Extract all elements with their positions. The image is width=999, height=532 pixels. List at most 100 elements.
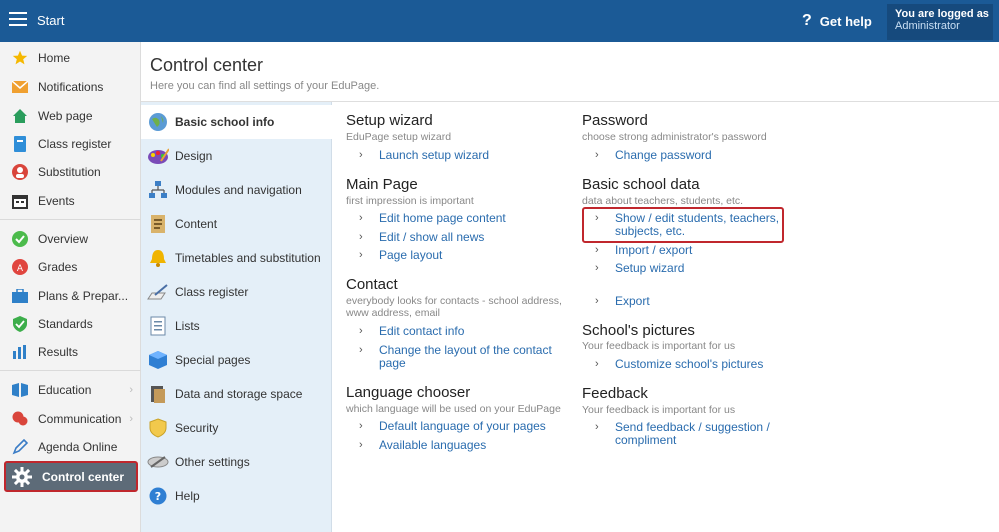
setup-wizard-desc: EduPage setup wizard	[346, 131, 452, 143]
category-basic-school-info[interactable]: Basic school info	[141, 105, 333, 139]
category-modules-navigation[interactable]: Modules and navigation	[141, 173, 332, 207]
send-feedback-link[interactable]: › Send feedback / suggestion / compliment	[595, 421, 770, 447]
sidebar-item-education[interactable]: Education ›	[0, 377, 141, 403]
content-icon	[147, 213, 169, 235]
chevron-right-icon: ›	[595, 295, 599, 307]
category-label: Basic school info	[175, 115, 275, 129]
globe-icon	[147, 111, 169, 133]
category-content[interactable]: Content	[141, 207, 332, 241]
sidebar-item-label: Events	[38, 194, 75, 208]
category-label: Lists	[175, 319, 200, 333]
default-language-link[interactable]: › Default language of your pages	[359, 420, 546, 433]
category-label: Special pages	[175, 353, 251, 367]
chevron-right-icon: ›	[595, 244, 599, 256]
available-languages-link[interactable]: › Available languages	[359, 439, 486, 452]
category-security[interactable]: Security	[141, 411, 332, 445]
category-help[interactable]: ? Help	[141, 479, 332, 513]
cube-icon	[147, 349, 169, 371]
grade-icon: A	[12, 259, 28, 275]
svg-text:?: ?	[155, 490, 161, 503]
feedback-title: Feedback	[582, 385, 648, 402]
change-password-link[interactable]: › Change password	[595, 149, 712, 162]
sidebar-item-communication[interactable]: Communication ›	[0, 406, 141, 432]
chevron-right-icon: ›	[595, 262, 599, 274]
palette-icon	[147, 145, 169, 167]
change-contact-layout-link[interactable]: › Change the layout of the contact page	[359, 344, 552, 370]
sidebar-item-events[interactable]: Events	[0, 188, 141, 214]
sidebar-item-standards[interactable]: Standards	[0, 311, 141, 337]
category-design[interactable]: Design	[141, 139, 332, 173]
edit-home-page-link[interactable]: › Edit home page content	[359, 212, 506, 225]
sidebar-item-notifications[interactable]: Notifications	[0, 74, 141, 100]
help-icon: ?	[147, 485, 169, 507]
sidebar-item-substitution[interactable]: Substitution	[0, 159, 141, 185]
sidebar-item-home[interactable]: Home	[0, 45, 141, 71]
chevron-right-icon: ›	[595, 212, 599, 224]
export-link[interactable]: › Export	[595, 295, 650, 308]
sidebar-item-overview[interactable]: Overview	[0, 226, 141, 252]
chevron-right-icon: ›	[129, 413, 133, 425]
page-layout-link[interactable]: › Page layout	[359, 249, 442, 262]
tools-icon	[147, 451, 169, 473]
sidebar-item-label: Class register	[38, 137, 112, 151]
sidebar-item-agenda[interactable]: Agenda Online	[0, 434, 141, 460]
show-edit-students-link[interactable]: › Show / edit students, teachers, subjects…	[595, 212, 779, 238]
sidebar-divider	[0, 219, 141, 220]
sidebar-item-label: Results	[38, 345, 79, 359]
bar-chart-icon	[12, 344, 28, 360]
hamburger-menu-icon[interactable]	[9, 12, 27, 26]
house-icon	[12, 108, 28, 124]
sitemap-icon	[147, 179, 169, 201]
page-title: Control center	[150, 55, 264, 75]
book-open-icon	[12, 382, 28, 398]
login-user: Administrator	[895, 20, 960, 32]
chevron-right-icon: ›	[129, 384, 133, 396]
category-other-settings[interactable]: Other settings	[141, 445, 332, 479]
edit-news-link[interactable]: › Edit / show all news	[359, 231, 484, 244]
contact-desc: everybody looks for contacts - school ad…	[346, 295, 562, 307]
category-special-pages[interactable]: Special pages	[141, 343, 332, 377]
gear-icon	[12, 466, 32, 487]
shield-check-icon	[12, 316, 28, 332]
category-timetables[interactable]: Timetables and substitution	[141, 241, 332, 275]
get-help-button[interactable]: ? Get help	[802, 12, 872, 30]
sidebar-item-results[interactable]: Results	[0, 339, 141, 365]
edit-contact-info-link[interactable]: › Edit contact info	[359, 325, 464, 338]
category-lists[interactable]: Lists	[141, 309, 332, 343]
chevron-right-icon: ›	[595, 358, 599, 370]
get-help-label: Get help	[819, 13, 872, 29]
sidebar-item-label: Overview	[38, 232, 89, 246]
login-label: You are logged as	[895, 8, 989, 20]
sidebar-item-control-center[interactable]: Control center	[4, 461, 138, 492]
chevron-right-icon: ›	[359, 212, 363, 224]
chevron-right-icon: ›	[595, 149, 599, 161]
category-list: Basic school info Design Modules and nav…	[141, 102, 333, 532]
login-info[interactable]: You are logged as Administrator	[887, 4, 993, 40]
writing-icon	[147, 281, 169, 303]
sidebar-item-label: Education	[38, 383, 92, 397]
sidebar-item-class-register[interactable]: Class register	[0, 131, 141, 157]
sidebar-divider	[0, 370, 141, 371]
category-label: Data and storage space	[175, 387, 303, 401]
sidebar-item-plans[interactable]: Plans & Prepar...	[0, 283, 141, 309]
category-label: Other settings	[175, 455, 250, 469]
star-icon	[12, 50, 28, 66]
language-chooser-desc: which language will be used on your EduP…	[346, 403, 561, 415]
sidebar-item-label: Communication	[38, 412, 122, 426]
basic-school-data-title: Basic school data	[582, 176, 700, 193]
sidebar-item-label: Control center	[42, 469, 125, 484]
sidebar-item-web-page[interactable]: Web page	[0, 103, 141, 129]
category-label: Security	[175, 421, 219, 435]
setup-wizard-link[interactable]: › Setup wizard	[595, 262, 684, 275]
launch-setup-wizard-link[interactable]: › Launch setup wizard	[359, 149, 489, 162]
contact-title: Contact	[346, 276, 398, 293]
envelope-icon	[12, 79, 28, 95]
category-class-register[interactable]: Class register	[141, 275, 332, 309]
check-circle-icon	[12, 231, 28, 247]
start-title[interactable]: Start	[37, 13, 64, 28]
customize-pictures-link[interactable]: › Customize school's pictures	[595, 358, 763, 371]
sidebar-item-grades[interactable]: A Grades	[0, 254, 141, 280]
import-export-link[interactable]: › Import / export	[595, 244, 692, 257]
category-data-storage[interactable]: Data and storage space	[141, 377, 332, 411]
sidebar-item-label: Standards	[38, 317, 93, 331]
